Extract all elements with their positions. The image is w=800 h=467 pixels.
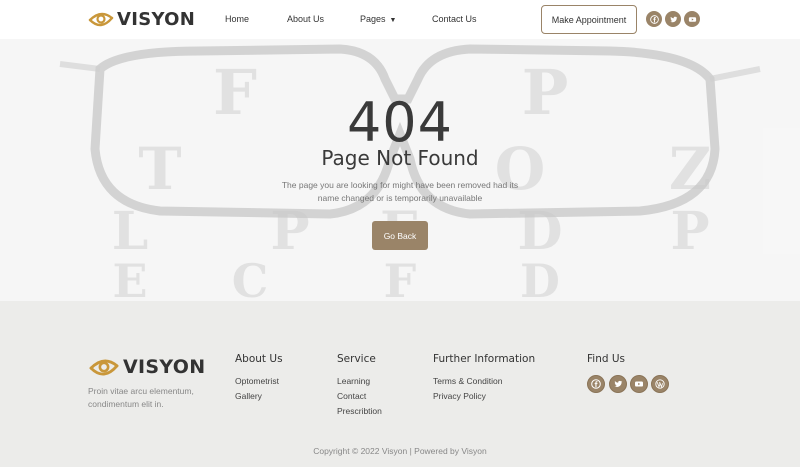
copyright-text: Copyright © 2022 Visyon | Powered by Vis… [313,446,487,456]
chevron-down-icon: ▼ [389,17,397,24]
brand-name: VISYON [117,8,196,30]
brand-logo[interactable]: VISYON [88,8,195,30]
footer-link-optometrist[interactable]: Optometrist [235,374,283,389]
twitter-icon[interactable] [665,11,681,27]
footer-brand-logo[interactable]: VISYON [88,354,205,380]
footer-col-about: About Us Optometrist Gallery [235,353,283,404]
nav-about[interactable]: About Us [287,14,324,24]
site-header: VISYON Home About Us Pages ▼ Contact Us M… [0,0,800,39]
nav-contact[interactable]: Contact Us [432,14,477,24]
make-appointment-button[interactable]: Make Appointment [541,5,637,34]
eye-logo-icon [89,359,119,376]
error-description: The page you are looking for might have … [281,180,519,203]
hero-overlay [0,39,800,301]
footer-link-gallery[interactable]: Gallery [235,389,283,404]
footer-description: Proin vitae arcu elementum, condimentum … [88,386,194,409]
footer-brand-name: VISYON [123,356,206,378]
nav-pages[interactable]: Pages ▼ [360,14,396,24]
youtube-icon[interactable] [630,375,648,393]
footer-heading-service: Service [337,353,376,365]
footer-heading-info: Further Information [433,353,536,365]
twitter-icon[interactable] [609,375,627,393]
go-back-button[interactable]: Go Back [372,221,428,250]
site-footer: VISYON Proin vitae arcu elementum, condi… [0,301,800,467]
page-title: Page Not Found [321,146,479,170]
eye-logo-icon [88,12,114,27]
footer-link-prescribtion[interactable]: Prescribtion [337,404,382,419]
wordpress-icon[interactable] [651,375,669,393]
footer-heading-find: Find Us [587,353,626,365]
facebook-icon[interactable] [587,375,605,393]
footer-link-learning[interactable]: Learning [337,374,382,389]
footer-link-contact[interactable]: Contact [337,389,382,404]
footer-link-privacy[interactable]: Privacy Policy [433,389,535,404]
hero-section: FPTOZLPEDPECFD 404 Page Not Found The pa… [0,39,800,301]
footer-col-service: Service Learning Contact Prescribtion [337,353,382,419]
error-code: 404 [346,91,454,154]
footer-link-terms[interactable]: Terms & Condition [433,374,535,389]
footer-col-info: Further Information Terms & Condition Pr… [433,353,535,404]
youtube-icon[interactable] [684,11,700,27]
nav-home[interactable]: Home [225,14,249,24]
footer-col-find: Find Us [587,353,625,374]
facebook-icon[interactable] [646,11,662,27]
nav-pages-label: Pages [360,14,386,24]
footer-heading-about: About Us [235,353,283,365]
